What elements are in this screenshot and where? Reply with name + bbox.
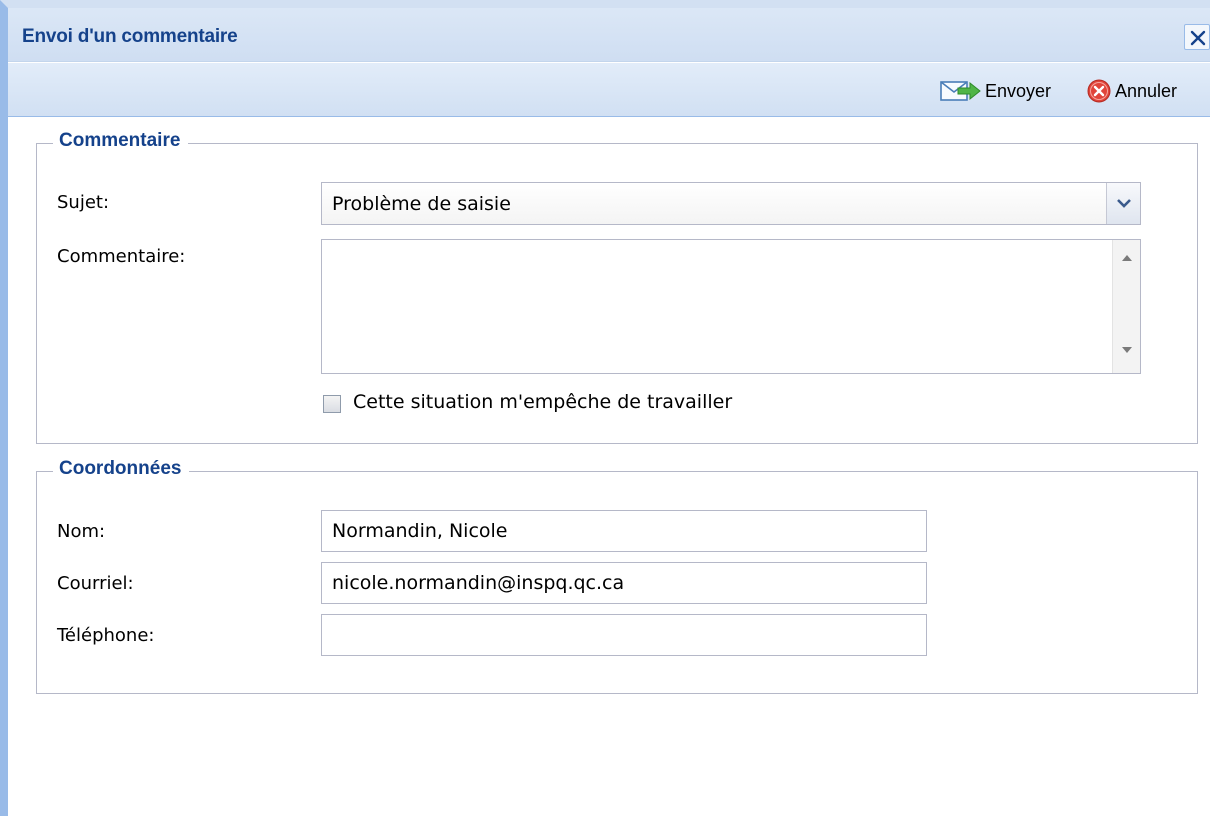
email-label: Courriel: [57,573,134,594]
scroll-down-icon[interactable] [1122,347,1132,354]
send-button[interactable]: Envoyer [940,77,1051,105]
subject-dropdown-trigger[interactable] [1106,183,1140,224]
feedback-dialog: Envoi d'un commentaire Envoyer Annuler C… [0,0,1210,816]
email-field[interactable]: nicole.normandin@inspq.qc.ca [321,562,927,604]
comment-scrollbar[interactable] [1112,240,1140,373]
blocking-checkbox[interactable] [323,395,341,413]
name-value: Normandin, Nicole [332,520,508,542]
cancel-label: Annuler [1115,80,1178,101]
cancel-circle-icon [1087,79,1111,103]
send-label: Envoyer [985,80,1052,101]
email-value: nicole.normandin@inspq.qc.ca [332,572,625,594]
cancel-button[interactable]: Annuler [1086,77,1177,105]
close-button[interactable] [1184,24,1210,50]
name-field[interactable]: Normandin, Nicole [321,510,927,552]
subject-label: Sujet: [57,192,110,213]
dialog-title: Envoi d'un commentaire [22,26,238,47]
subject-value: Problème de saisie [332,192,511,215]
subject-select[interactable]: Problème de saisie [321,182,1141,225]
close-icon [1190,30,1206,46]
contact-section-legend: Coordonnées [53,458,190,480]
comment-fieldset: Commentaire Sujet: Problème de saisie Co… [36,130,1198,444]
envelope-send-icon [940,81,981,101]
dialog-toolbar: Envoyer Annuler [8,63,1210,117]
comment-section-legend: Commentaire [53,130,189,152]
chevron-down-icon [1117,199,1131,208]
dialog-titlebar: Envoi d'un commentaire [8,8,1210,62]
name-label: Nom: [57,521,106,542]
phone-field[interactable] [321,614,927,656]
comment-label: Commentaire: [57,246,186,267]
comment-textarea[interactable] [321,239,1141,374]
scroll-up-icon[interactable] [1122,254,1132,261]
phone-label: Téléphone: [57,625,155,646]
contact-fieldset: Coordonnées Nom: Normandin, Nicole Courr… [36,458,1198,694]
blocking-checkbox-label[interactable]: Cette situation m'empêche de travailler [353,391,732,413]
